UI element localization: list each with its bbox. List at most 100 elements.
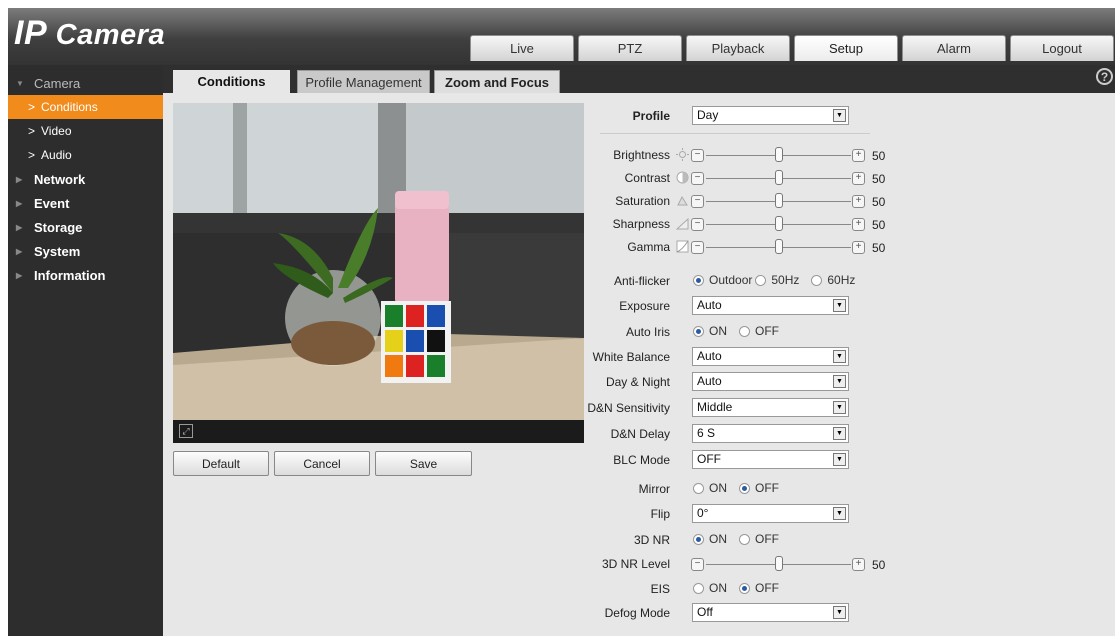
- help-icon[interactable]: ?: [1096, 68, 1113, 85]
- blc-select[interactable]: OFF ▼: [692, 450, 849, 469]
- decrease-icon[interactable]: −: [691, 149, 704, 162]
- increase-icon[interactable]: +: [852, 218, 865, 231]
- save-button[interactable]: Save: [375, 451, 472, 476]
- gamma-icon: [676, 240, 689, 253]
- decrease-icon[interactable]: −: [691, 172, 704, 185]
- dropdown-arrow-icon: ▼: [833, 606, 846, 619]
- increase-icon[interactable]: +: [852, 241, 865, 254]
- defog-row: Defog Mode Off ▼: [588, 602, 888, 624]
- sidebar-subitem-conditions[interactable]: > Conditions: [8, 95, 163, 119]
- gamma-slider[interactable]: − + 50: [691, 238, 911, 256]
- flip-select[interactable]: 0° ▼: [692, 504, 849, 523]
- slider-thumb[interactable]: [774, 239, 783, 254]
- defog-select[interactable]: Off ▼: [692, 603, 849, 622]
- slider-thumb[interactable]: [774, 147, 783, 162]
- increase-icon[interactable]: +: [852, 149, 865, 162]
- decrease-icon[interactable]: −: [691, 195, 704, 208]
- dndelay-select[interactable]: 6 S ▼: [692, 424, 849, 443]
- chevron-right-icon: >: [28, 124, 36, 138]
- subtab-bar: Conditions Profile Management Zoom and F…: [163, 65, 1115, 93]
- brightness-row: Brightness − + 50: [588, 144, 888, 166]
- profile-row: Profile Day ▼: [588, 105, 888, 127]
- increase-icon[interactable]: +: [852, 172, 865, 185]
- eis-off-radio[interactable]: [739, 582, 750, 594]
- camera-scene-image: [173, 103, 584, 420]
- mirror-off-radio[interactable]: [739, 482, 750, 494]
- sidebar-item-camera[interactable]: ▼ Camera: [8, 71, 163, 95]
- antiflicker-label: Anti-flicker: [613, 274, 670, 288]
- subtab-zoom-and-focus[interactable]: Zoom and Focus: [434, 70, 560, 93]
- brightness-value: 50: [872, 149, 886, 163]
- sidebar-subitem-audio[interactable]: > Audio: [8, 143, 163, 167]
- decrease-icon[interactable]: −: [691, 558, 704, 571]
- tab-playback[interactable]: Playback: [686, 35, 790, 61]
- nr3d-label: 3D NR: [633, 533, 670, 547]
- gamma-row: Gamma − + 50: [588, 236, 888, 258]
- default-button[interactable]: Default: [173, 451, 269, 476]
- decrease-icon[interactable]: −: [691, 218, 704, 231]
- tab-ptz[interactable]: PTZ: [578, 35, 682, 61]
- fullscreen-icon[interactable]: ⤢: [179, 424, 193, 438]
- saturation-slider[interactable]: − + 50: [691, 192, 911, 210]
- tab-alarm[interactable]: Alarm: [902, 35, 1006, 61]
- autoiris-on-radio[interactable]: [693, 325, 704, 337]
- dropdown-arrow-icon: ▼: [833, 401, 846, 414]
- flip-row: Flip 0° ▼: [588, 503, 888, 525]
- decrease-icon[interactable]: −: [691, 241, 704, 254]
- eis-row: EIS ON OFF: [588, 578, 888, 600]
- sidebar-item-storage[interactable]: ▶ Storage: [8, 215, 163, 239]
- nr3dlevel-slider[interactable]: − + 50: [691, 555, 911, 573]
- subtab-profile-management[interactable]: Profile Management: [297, 70, 430, 93]
- nr3d-row: 3D NR ON OFF: [588, 529, 888, 551]
- daynight-select[interactable]: Auto ▼: [692, 372, 849, 391]
- mirror-row: Mirror ON OFF: [588, 478, 888, 500]
- video-preview: [173, 103, 584, 420]
- caret-right-icon: ▶: [16, 174, 23, 184]
- antiflicker-outdoor-radio[interactable]: [693, 274, 704, 286]
- increase-icon[interactable]: +: [852, 558, 865, 571]
- whitebalance-select[interactable]: Auto ▼: [692, 347, 849, 366]
- profile-label: Profile: [632, 109, 670, 123]
- dnsens-select[interactable]: Middle ▼: [692, 398, 849, 417]
- subtab-conditions[interactable]: Conditions: [173, 70, 290, 93]
- sidebar-item-event[interactable]: ▶ Event: [8, 191, 163, 215]
- sidebar-item-system[interactable]: ▶ System: [8, 239, 163, 263]
- sidebar-item-network[interactable]: ▶ Network: [8, 167, 163, 191]
- exposure-select[interactable]: Auto ▼: [692, 296, 849, 315]
- eis-on-radio[interactable]: [693, 582, 704, 594]
- mirror-label: Mirror: [638, 482, 670, 496]
- logo: IP Camera: [14, 14, 166, 52]
- sharpness-slider[interactable]: − + 50: [691, 215, 911, 233]
- tab-logout[interactable]: Logout: [1010, 35, 1114, 61]
- saturation-label: Saturation: [615, 194, 670, 208]
- nr3d-on-radio[interactable]: [693, 533, 704, 545]
- tab-live[interactable]: Live: [470, 35, 574, 61]
- profile-select[interactable]: Day ▼: [692, 106, 849, 125]
- antiflicker-60hz-radio[interactable]: [811, 274, 823, 286]
- slider-thumb[interactable]: [774, 170, 783, 185]
- sharpness-label: Sharpness: [612, 217, 670, 231]
- autoiris-off-radio[interactable]: [739, 325, 750, 337]
- main-nav: Live PTZ Playback Setup Alarm Logout: [470, 35, 1115, 61]
- slider-thumb[interactable]: [774, 216, 783, 231]
- cancel-button[interactable]: Cancel: [274, 451, 370, 476]
- antiflicker-50hz-radio[interactable]: [755, 274, 767, 286]
- brightness-slider[interactable]: − + 50: [691, 146, 911, 164]
- contrast-slider[interactable]: − + 50: [691, 169, 911, 187]
- dndelay-label: D&N Delay: [610, 427, 670, 441]
- nr3d-off-radio[interactable]: [739, 533, 750, 545]
- mirror-on-radio[interactable]: [693, 482, 704, 494]
- sidebar-item-information[interactable]: ▶ Information: [8, 263, 163, 287]
- sidebar-subitem-video[interactable]: > Video: [8, 119, 163, 143]
- dnsens-label: D&N Sensitivity: [587, 401, 670, 415]
- dropdown-arrow-icon: ▼: [833, 350, 846, 363]
- contrast-icon: [676, 171, 689, 184]
- slider-thumb[interactable]: [774, 556, 783, 571]
- slider-thumb[interactable]: [774, 193, 783, 208]
- brightness-label: Brightness: [613, 148, 670, 162]
- increase-icon[interactable]: +: [852, 195, 865, 208]
- sidebar: ▼ Camera > Conditions > Video > Audio ▶ Netwo…: [8, 65, 163, 636]
- tab-setup[interactable]: Setup: [794, 35, 898, 61]
- dropdown-arrow-icon: ▼: [833, 375, 846, 388]
- mirror-options: ON OFF: [693, 481, 791, 495]
